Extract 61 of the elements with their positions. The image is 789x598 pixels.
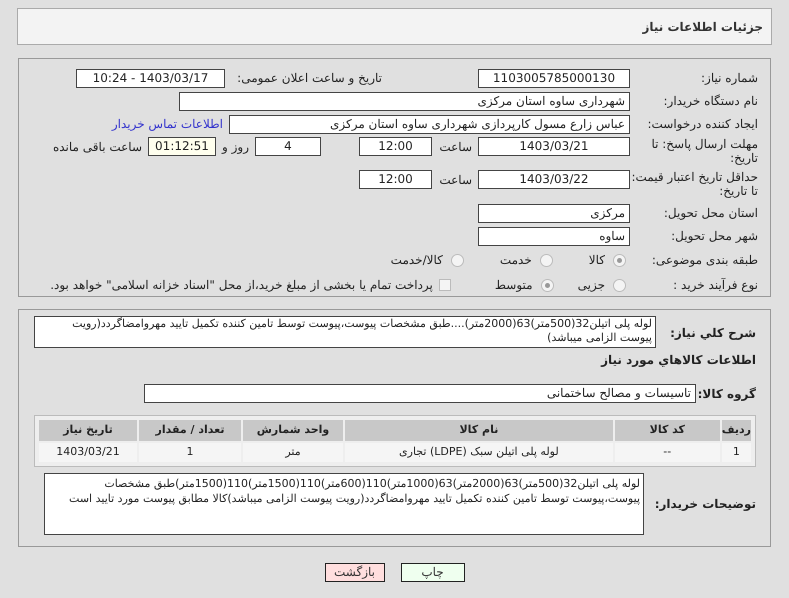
text-field[interactable]: 01:12:51 [148, 137, 216, 156]
field-label: تاریخ و ساعت اعلان عمومی: [236, 71, 382, 85]
field-label: حداقل تاریخ اعتبار قیمت: تا تاریخ: [630, 170, 758, 198]
column-header: نام کالا [345, 420, 613, 441]
field-label: شرح کلي نياز: [669, 325, 756, 342]
radio-label: کالا [588, 252, 605, 269]
column-header: تعداد / مقدار [139, 420, 241, 441]
text-field[interactable]: ساوه [478, 226, 630, 246]
radio-button[interactable] [540, 254, 553, 266]
page-title: جزئیات اطلاعات نیاز [642, 18, 763, 36]
text-field[interactable]: 4 [255, 137, 321, 156]
field-label: شماره نیاز: [700, 71, 758, 85]
radio-button[interactable] [613, 278, 626, 292]
radio-label: جزیی [578, 277, 605, 294]
text-field[interactable]: 12:00 [359, 137, 432, 156]
notes-textarea[interactable]: لوله پلی اتیلن32(500متر)63(2000متر)63(1000متر)110(600متر)110(1500متر)110(1500متر)طبق مشخصات پیوست،پیوست توسط تامین کننده تکمیل تایید مهروامضاگردد(رویت پیوست الزامی میباشد)کالا مطابق پیوست مورد تایید است [44, 473, 644, 535]
text-field[interactable]: تاسیسات و مصالح ساختمانی [144, 384, 696, 403]
section-heading: اطلاعات کالاهاي مورد نياز [600, 352, 756, 369]
table-cell: لوله پلی اتیلن سبک (LDPE) تجاری [345, 443, 613, 462]
payment-note: پرداخت تمام یا بخشی از مبلغ خرید،از محل "اسناد خزانه اسلامی" خواهد بود. [50, 277, 433, 294]
column-header: تاریخ نیاز [39, 420, 137, 441]
time-label: ساعت [438, 138, 472, 156]
field-label: استان محل تحویل: [662, 206, 758, 220]
text-field[interactable]: شهرداری ساوه استان مرکزی [179, 92, 630, 110]
field-label: مهلت ارسال پاسخ: تا تاریخ: [650, 137, 758, 165]
field-label: گروه کالا: [696, 386, 756, 402]
radio-label: متوسط [494, 277, 533, 294]
table-cell: -- [614, 443, 720, 462]
days-label: روز و [222, 138, 249, 156]
radio-label: خدمت [500, 252, 532, 269]
field-label: توضیحات خریدار: [654, 496, 756, 513]
radio-button[interactable] [450, 254, 464, 266]
text-field[interactable]: عباس زارع مسول کارپردازی شهرداری ساوه استان مرکزی [229, 114, 630, 134]
radio-button[interactable] [613, 254, 626, 266]
text-field[interactable]: 1403/03/22 [478, 170, 630, 189]
column-header: ردیف [722, 420, 751, 441]
table-cell: متر [243, 443, 343, 462]
field-label: ایجاد کننده درخواست: [646, 117, 758, 131]
table-cell: 1 [722, 443, 751, 462]
summary-textarea[interactable]: لوله پلی اتیلن32(500متر)63(2000متر)....طبق مشخصات پیوست،پیوست توسط تامین کننده تکمیل تایید مهروامضاگردد(رویت پیوست الزامی میباشد) [34, 316, 656, 348]
table-cell: 1403/03/21 [39, 443, 137, 462]
text-field[interactable]: 1103005785000130 [478, 68, 630, 88]
time-label: ساعت [438, 172, 472, 188]
field-label: نام دستگاه خریدار: [662, 94, 758, 108]
contact-link[interactable]: اطلاعات تماس خریدار [112, 115, 223, 133]
radio-label: کالا/خدمت [390, 252, 443, 269]
print-button[interactable]: چاپ [400, 563, 464, 582]
column-header: کد کالا [614, 420, 720, 441]
text-field[interactable]: 1403/03/21 [478, 137, 630, 156]
text-field[interactable]: مرکزی [478, 204, 630, 222]
field-label: نوع فرآیند خرید : [672, 278, 758, 292]
table-cell: 1 [139, 443, 241, 462]
column-header: واحد شمارش [243, 420, 343, 441]
remaining-label: ساعت باقی مانده [52, 138, 142, 156]
text-field[interactable]: 12:00 [359, 170, 432, 189]
radio-button[interactable] [540, 278, 554, 292]
field-label: طبقه بندی موضوعی: [650, 253, 758, 267]
back-button[interactable]: بازگشت [324, 563, 384, 582]
field-label: شهر محل تحویل: [670, 229, 758, 243]
checkbox[interactable] [438, 279, 451, 291]
text-field[interactable]: 1403/03/17 - 10:24 [76, 68, 225, 88]
